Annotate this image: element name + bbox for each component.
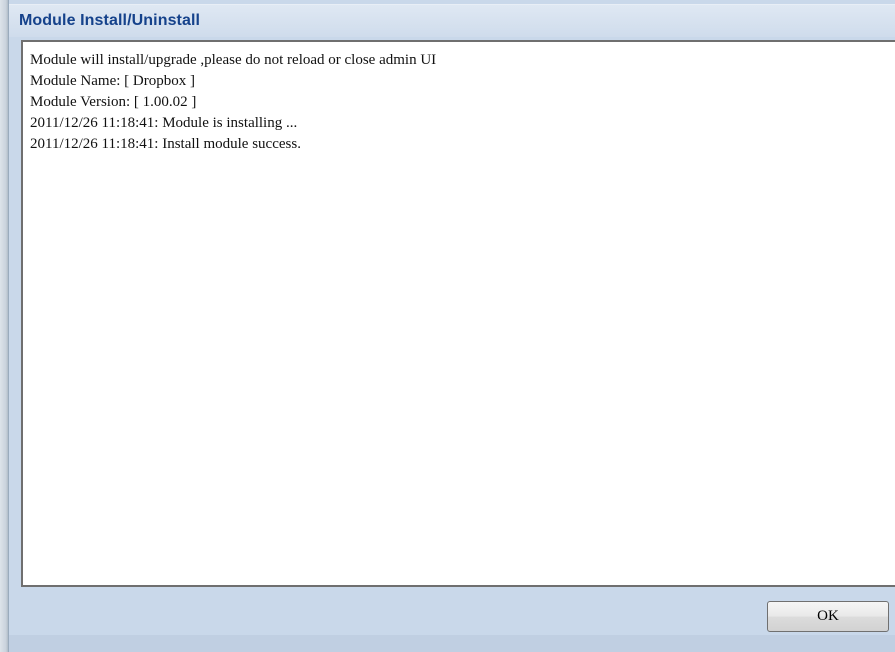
background-window-edge [0,0,8,652]
dialog-title: Module Install/Uninstall [19,12,201,29]
log-line: Module will install/upgrade ,please do n… [30,52,437,68]
install-log-area[interactable]: Module will install/upgrade ,please do n… [21,40,895,587]
ok-button[interactable]: OK [767,601,889,632]
log-line: Module Name: [ Dropbox ] [30,73,195,89]
log-line: 2011/12/26 11:18:41: Install module succ… [30,136,301,152]
dialog-footer [9,587,895,635]
dialog-bottom-edge [9,635,895,652]
log-line: 2011/12/26 11:18:41: Module is installin… [30,115,298,131]
module-install-dialog: Module Install/Uninstall Module will ins… [8,0,895,652]
log-line: Module Version: [ 1.00.02 ] [30,94,197,110]
dialog-titlebar[interactable]: Module Install/Uninstall [9,4,895,37]
